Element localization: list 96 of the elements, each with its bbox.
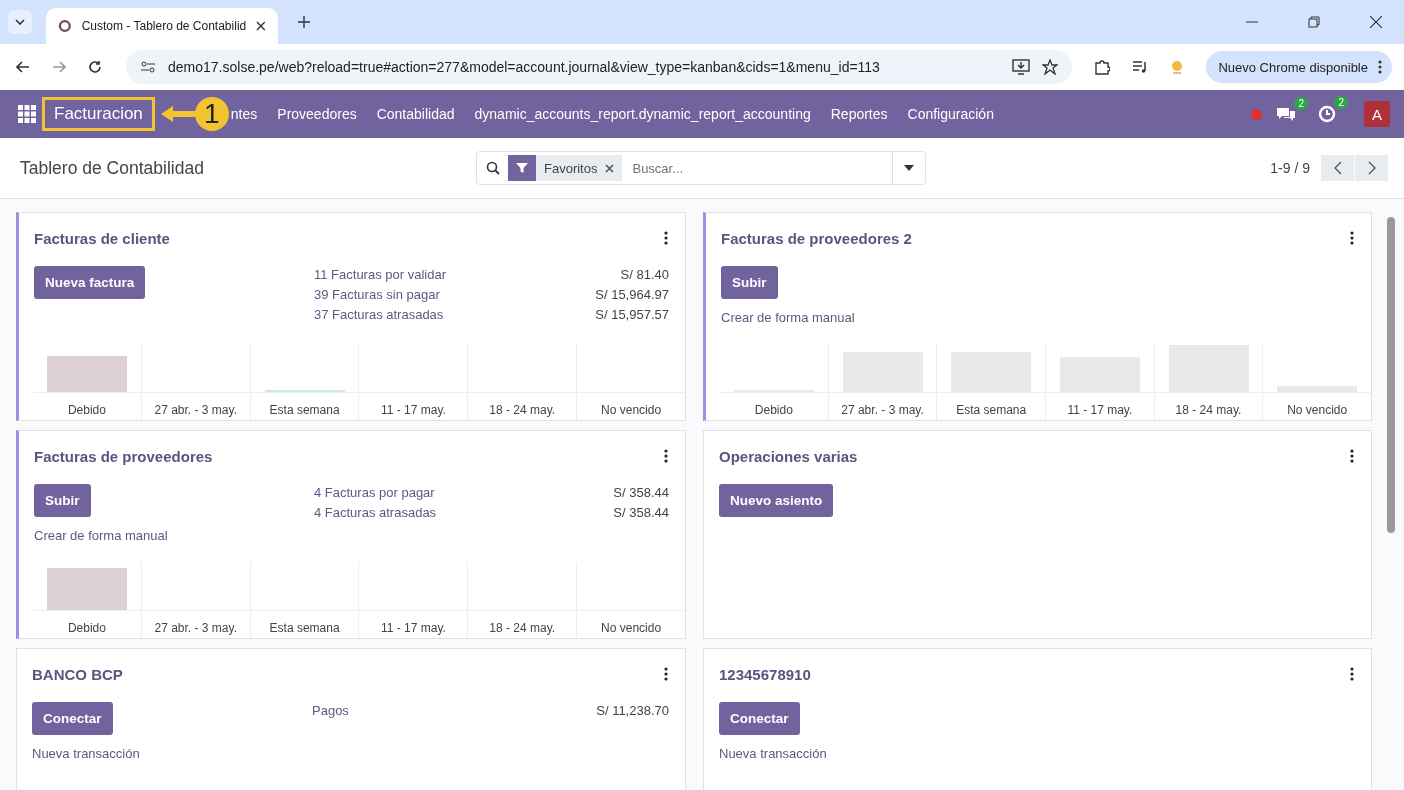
site-settings-icon[interactable]: [140, 60, 156, 74]
graph-label: No vencido: [601, 403, 662, 417]
caret-icon: [904, 165, 914, 171]
action-link[interactable]: Nueva transacción: [32, 746, 140, 761]
stat-amount: S/ 15,957.57: [595, 307, 669, 322]
new-tab-icon[interactable]: [298, 16, 310, 28]
remove-icon[interactable]: [605, 163, 615, 173]
graph-label: Esta semana: [956, 403, 1027, 417]
reload-icon[interactable]: [88, 60, 102, 74]
card-title[interactable]: BANCO BCP: [32, 665, 123, 683]
filter-icon: [508, 155, 536, 181]
graph-label: Debido: [67, 403, 106, 417]
graph-label: 27 abr. - 3 may.: [154, 403, 237, 417]
card-title[interactable]: 12345678910: [719, 665, 811, 683]
close-icon[interactable]: [256, 21, 266, 31]
more-options-icon[interactable]: [1350, 449, 1354, 463]
star-icon[interactable]: [1042, 59, 1059, 75]
graph-label: 27 abr. - 3 may.: [154, 621, 237, 635]
primary-button[interactable]: Conectar: [32, 702, 113, 735]
primary-button[interactable]: Subir: [721, 266, 778, 299]
stat-link[interactable]: 39 Facturas sin pagar: [314, 287, 440, 302]
primary-button[interactable]: Nuevo asiento: [719, 484, 834, 517]
menu-item[interactable]: ntes: [230, 106, 258, 122]
card-title[interactable]: Operaciones varias: [719, 447, 858, 465]
menu-item[interactable]: Proveedores: [277, 106, 357, 122]
extensions-icon[interactable]: [1094, 59, 1111, 75]
graph-label: 27 abr. - 3 may.: [841, 403, 924, 417]
more-options-icon[interactable]: [664, 449, 668, 463]
graph-label: 11 - 17 may.: [380, 621, 446, 635]
browser-tab[interactable]: Custom - Tablero de Contabilid: [46, 8, 278, 44]
stat-amount: S/ 81.40: [620, 267, 669, 282]
activities-icon[interactable]: [1318, 105, 1336, 123]
graph-label: 18 - 24 may.: [489, 621, 556, 635]
action-link[interactable]: Crear de forma manual: [721, 310, 855, 325]
install-icon[interactable]: [1012, 59, 1031, 75]
action-link[interactable]: Crear de forma manual: [34, 528, 168, 543]
graph-label: No vencido: [601, 621, 662, 635]
favicon-icon: [58, 19, 72, 33]
address-bar[interactable]: demo17.solse.pe/web?reload=true#action=277&model=account.journal&view_type=kanban&cids=1&menu_id=113: [126, 50, 1073, 84]
action-link[interactable]: Nueva transacción: [719, 746, 827, 761]
stat-amount: S/ 11,238.70: [596, 703, 669, 718]
message-count-badge: 2: [1294, 97, 1308, 110]
graph-label: 11 - 17 may.: [1067, 403, 1133, 417]
stat-link[interactable]: 11 Facturas por validar: [314, 267, 446, 282]
step-number-badge: 1: [194, 97, 229, 131]
back-icon[interactable]: [16, 61, 30, 73]
stat-amount: S/ 358.44: [613, 485, 669, 500]
graph-label: No vencido: [1287, 403, 1348, 417]
stat-link[interactable]: 4 Facturas atrasadas: [314, 505, 437, 520]
media-icon[interactable]: [1132, 60, 1149, 74]
graph-label: Esta semana: [269, 403, 340, 417]
graph-label: 11 - 17 may.: [380, 403, 446, 417]
graph-label: Debido: [754, 403, 793, 417]
graph-label: 18 - 24 may.: [489, 403, 556, 417]
graph-label: Debido: [67, 621, 106, 635]
pager-value: 1-9 / 9: [1270, 160, 1310, 176]
more-options-icon[interactable]: [664, 231, 668, 245]
primary-button[interactable]: Conectar: [719, 702, 800, 735]
stat-link[interactable]: 4 Facturas por pagar: [314, 485, 435, 500]
app-name-link[interactable]: Facturacion: [42, 97, 155, 131]
close-icon[interactable]: [1370, 16, 1382, 28]
card-title[interactable]: Facturas de cliente: [34, 229, 170, 247]
stat-amount: S/ 358.44: [613, 505, 669, 520]
page-title: Tablero de Contabilidad: [20, 157, 205, 179]
more-options-icon[interactable]: [1350, 231, 1354, 245]
more-options-icon[interactable]: [1350, 667, 1354, 681]
menu-item[interactable]: Configuración: [907, 106, 994, 122]
graph-label: Esta semana: [269, 621, 340, 635]
primary-button[interactable]: Nueva factura: [34, 266, 146, 299]
menu-item[interactable]: dynamic_accounts_report.dynamic_report_accounting: [474, 106, 811, 122]
forward-icon[interactable]: [52, 61, 66, 73]
activity-count-badge: 2: [1334, 96, 1348, 109]
update-chrome-button[interactable]: Nuevo Chrome disponible: [1206, 51, 1392, 83]
status-dot-icon: [1251, 108, 1262, 120]
messages-icon[interactable]: [1276, 106, 1296, 122]
search-icon: [486, 161, 500, 175]
graph-label: 18 - 24 may.: [1175, 403, 1242, 417]
more-options-icon[interactable]: [1378, 60, 1382, 74]
card-title[interactable]: Facturas de proveedores 2: [721, 229, 912, 247]
chevron-right-icon: [1367, 161, 1376, 175]
user-avatar[interactable]: A: [1364, 101, 1390, 127]
menu-item[interactable]: Reportes: [830, 106, 888, 122]
chevron-left-icon: [1333, 161, 1342, 175]
stat-amount: S/ 15,964.97: [595, 287, 669, 302]
more-options-icon[interactable]: [664, 667, 668, 681]
filter-facet[interactable]: Favoritos: [508, 155, 623, 181]
stat-link[interactable]: 37 Facturas atrasadas: [314, 307, 444, 322]
tab-search-icon[interactable]: [8, 10, 32, 34]
menu-item[interactable]: Contabilidad: [376, 106, 455, 122]
card-title[interactable]: Facturas de proveedores: [34, 447, 213, 465]
primary-button[interactable]: Subir: [34, 484, 91, 517]
stat-link[interactable]: Pagos: [312, 703, 349, 718]
apps-menu-icon[interactable]: [18, 105, 36, 123]
restore-icon[interactable]: [1308, 16, 1320, 28]
search-field[interactable]: Favoritos Buscar...: [476, 151, 926, 185]
facet-label: Favoritos: [544, 160, 598, 176]
